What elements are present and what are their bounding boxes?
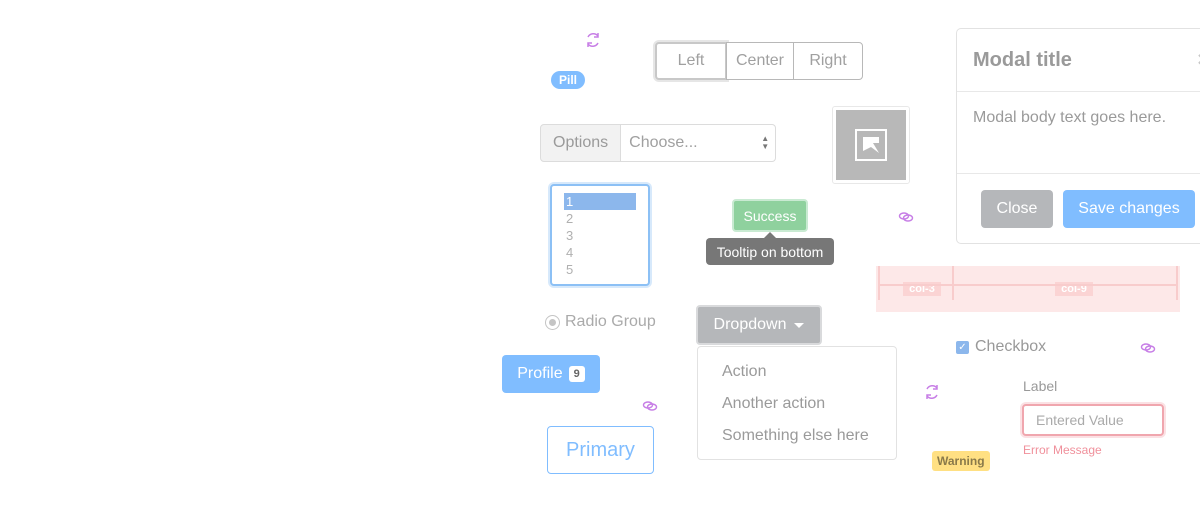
form-label: Label [1023, 378, 1058, 394]
multiselect-option[interactable]: 3 [564, 227, 636, 244]
sync-icon [584, 31, 602, 49]
pill-badge: Pill [551, 71, 586, 89]
multiselect-option[interactable]: 2 [564, 210, 636, 227]
checkbox-label: Checkbox [975, 338, 1047, 355]
link-icon[interactable] [898, 209, 914, 225]
save-changes-button[interactable]: Save changes [1063, 190, 1195, 228]
profile-label: Profile [517, 365, 563, 382]
input-value: Entered Value [1036, 412, 1124, 428]
dropdown-item-action[interactable]: Action [722, 363, 766, 381]
check-icon[interactable]: ✓ [956, 340, 969, 354]
modal-header-divider [957, 91, 1200, 92]
center-button[interactable]: Center [726, 42, 794, 80]
number-multiselect[interactable]: 1 2 3 4 5 [550, 184, 650, 286]
profile-count-badge: 9 [568, 366, 585, 382]
options-select-value: Choose... [629, 134, 698, 151]
image-thumbnail [832, 106, 910, 184]
radio-button[interactable] [545, 314, 560, 330]
multiselect-option[interactable]: 4 [564, 244, 636, 261]
options-prepend-label: Options [540, 124, 622, 162]
multiselect-option[interactable]: 1 [564, 193, 636, 210]
sync-icon [923, 383, 941, 401]
link-icon[interactable] [642, 398, 658, 414]
primary-outline-button[interactable]: Primary [547, 426, 654, 474]
profile-button[interactable]: Profile 9 [502, 355, 600, 393]
multiselect-option[interactable]: 5 [564, 261, 636, 278]
radio-group[interactable]: Radio Group [545, 313, 656, 331]
modal-dialog: Modal title × Modal body text goes here.… [956, 28, 1200, 244]
caret-down-icon [794, 322, 805, 328]
options-select[interactable]: Choose... ▲ ▼ [621, 124, 777, 162]
grid-col-9: col-9 [968, 266, 1180, 312]
error-message: Error Message [1023, 443, 1102, 457]
options-input-group: Options Choose... ▲ ▼ [540, 124, 777, 162]
grid-center-line [878, 284, 1178, 286]
dropdown-label: Dropdown [713, 316, 787, 333]
tooltip: Tooltip on bottom [706, 238, 834, 265]
select-arrows-icon: ▲ ▼ [761, 134, 770, 151]
left-button[interactable]: Left [655, 42, 727, 80]
modal-footer-divider [957, 173, 1200, 174]
grid-gutter-line [952, 266, 954, 300]
grid-gutter-line [1176, 266, 1178, 300]
link-icon[interactable] [1140, 340, 1156, 356]
success-button[interactable]: Success [732, 199, 808, 232]
image-icon [836, 110, 906, 180]
right-button[interactable]: Right [793, 42, 863, 80]
grid-col-3: col-3 [876, 266, 968, 312]
dropdown-item-another-action[interactable]: Another action [722, 395, 825, 413]
dropdown-button[interactable]: Dropdown [696, 305, 822, 345]
grid-gutter-line [878, 266, 880, 300]
pill-label: Pill [559, 73, 578, 87]
invalid-input[interactable]: Entered Value [1022, 404, 1164, 436]
radio-label: Radio Group [565, 313, 656, 330]
alignment-button-group: Left Center Right [655, 42, 863, 80]
modal-title: Modal title [973, 49, 1072, 71]
warning-badge: Warning [932, 451, 990, 471]
modal-body-text: Modal body text goes here. [973, 109, 1167, 126]
dropdown-item-something-else[interactable]: Something else here [722, 427, 869, 445]
close-button[interactable]: Close [981, 190, 1053, 228]
checkbox-field[interactable]: ✓ Checkbox [956, 338, 1046, 356]
dropdown-menu: Action Another action Something else her… [697, 346, 897, 460]
